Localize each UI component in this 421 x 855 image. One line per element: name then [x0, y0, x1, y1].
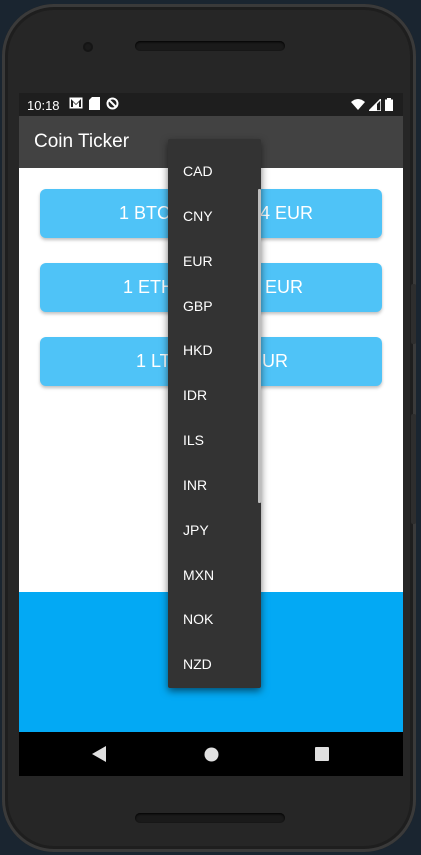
eth-rate-label-right: EUR: [265, 277, 304, 297]
home-icon[interactable]: [200, 743, 222, 765]
battery-icon: [385, 98, 393, 114]
volume-button: [411, 284, 416, 344]
nav-bar: [19, 732, 403, 776]
screen: 10:18 Coin Ticker 1 BTC 4 EUR 1 ETH EUR …: [19, 93, 403, 776]
bottom-speaker: [135, 813, 285, 823]
btc-rate-label-right: 4 EUR: [260, 203, 314, 223]
status-icons-left: [69, 97, 119, 113]
ltc-rate-label-left: 1 LT: [136, 351, 171, 371]
status-time: 10:18: [27, 98, 60, 113]
status-bar: 10:18: [19, 93, 403, 116]
dropdown-item-ils[interactable]: ILS: [168, 418, 261, 463]
app-title: Coin Ticker: [34, 131, 130, 152]
phone-frame: 10:18 Coin Ticker 1 BTC 4 EUR 1 ETH EUR …: [2, 4, 416, 852]
recents-icon[interactable]: [311, 743, 333, 765]
dropdown-item-nok[interactable]: NOK: [168, 597, 261, 642]
status-icons-right: [351, 96, 393, 114]
dropdown-item-gbp[interactable]: GBP: [168, 284, 261, 329]
back-icon[interactable]: [88, 743, 110, 765]
dropdown-item-cad[interactable]: CAD: [168, 149, 261, 194]
front-camera: [83, 42, 93, 52]
currency-dropdown[interactable]: CAD CNY EUR GBP HKD IDR ILS INR JPY MXN …: [168, 139, 261, 688]
wifi-icon: [351, 99, 365, 113]
signal-icon: [367, 96, 382, 114]
dropdown-item-idr[interactable]: IDR: [168, 373, 261, 418]
dropdown-scrollbar[interactable]: [258, 189, 261, 503]
dropdown-item-cny[interactable]: CNY: [168, 194, 261, 239]
top-speaker: [135, 41, 285, 51]
sd-card-icon: [89, 97, 100, 113]
gmail-icon: [69, 97, 83, 113]
dropdown-item-nzd[interactable]: NZD: [168, 642, 261, 687]
dropdown-item-eur[interactable]: EUR: [168, 239, 261, 284]
dropdown-item-inr[interactable]: INR: [168, 463, 261, 508]
dropdown-item-mxn[interactable]: MXN: [168, 553, 261, 598]
dropdown-item-jpy[interactable]: JPY: [168, 508, 261, 553]
dropdown-item-hkd[interactable]: HKD: [168, 328, 261, 373]
no-sync-icon: [106, 97, 119, 113]
btc-rate-label-left: 1 BTC: [119, 203, 171, 223]
eth-rate-label-left: 1 ETH: [123, 277, 175, 297]
power-button: [411, 414, 416, 524]
ltc-rate-label-right: UR: [262, 351, 288, 371]
